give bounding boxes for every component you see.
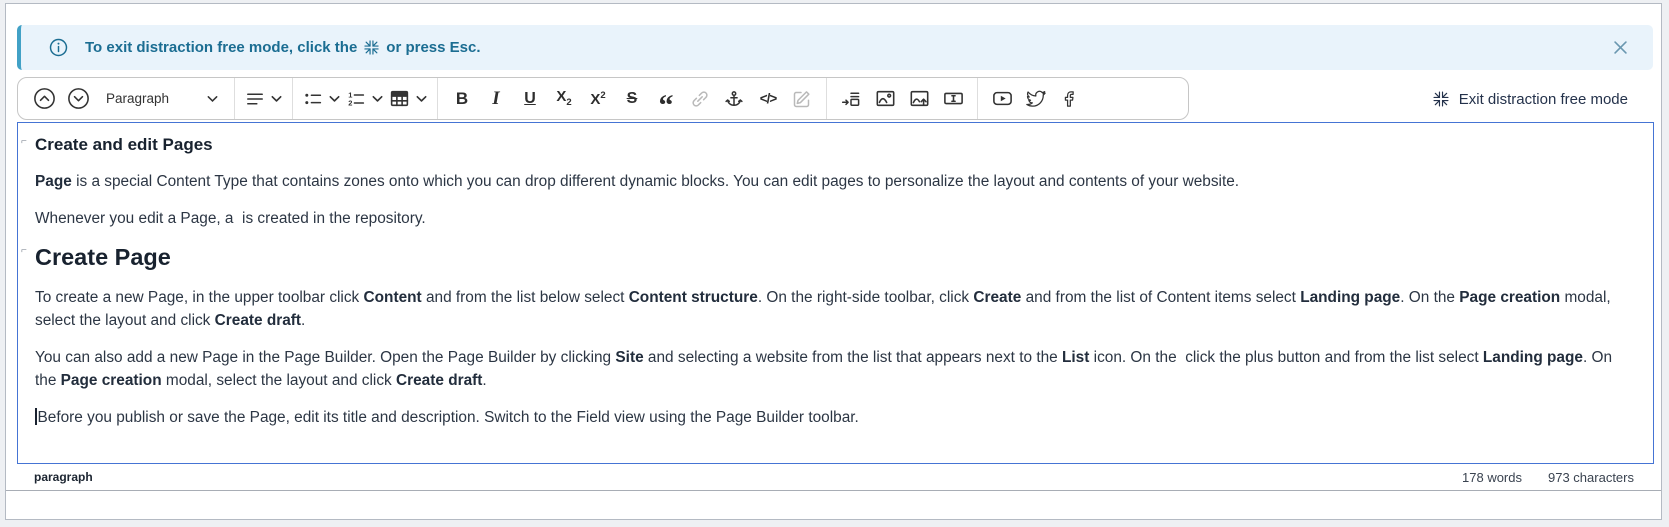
upload-image-button[interactable] (903, 83, 935, 115)
insert-table-button[interactable] (387, 83, 429, 115)
chevron-down-icon (372, 95, 383, 103)
character-count: 973 characters (1548, 470, 1634, 485)
heading-block-marker: ⌐ (21, 136, 27, 147)
subscript-icon: X2 (556, 89, 571, 108)
banner-message-before: To exit distraction free mode, click the (85, 39, 357, 56)
banner-message-after: or press Esc. (386, 39, 480, 56)
editor-heading[interactable]: ⌐Create and edit Pages (35, 135, 1636, 155)
editor-paragraph[interactable]: To create a new Page, in the upper toolb… (35, 286, 1636, 332)
move-up-button[interactable] (28, 83, 60, 115)
insert-content-block-button[interactable] (835, 83, 867, 115)
paragraph-style-dropdown[interactable]: Paragraph (97, 83, 225, 115)
bulleted-list-icon (303, 89, 323, 109)
toolbar-divider (292, 78, 293, 119)
table-icon (389, 88, 410, 109)
chevron-down-icon (416, 95, 427, 103)
close-icon (1614, 41, 1627, 54)
collapse-icon (363, 39, 380, 56)
heading-block-marker: ⌐ (21, 245, 27, 256)
block-quote-button[interactable]: “ (650, 83, 682, 115)
svg-text:2: 2 (348, 98, 352, 107)
text-alignment-button[interactable] (243, 83, 284, 115)
chevron-down-circle-icon (67, 87, 90, 110)
strikethrough-icon: S (627, 91, 638, 107)
toolbar-divider (977, 78, 978, 119)
image-icon (875, 88, 896, 109)
editor-toolbar: Paragraph 12 B I U X2 X2 (17, 77, 1189, 120)
bold-icon: B (456, 90, 468, 107)
image-upload-icon (909, 88, 930, 109)
exit-distraction-free-label: Exit distraction free mode (1459, 91, 1628, 108)
toolbar-divider (437, 78, 438, 119)
underline-button[interactable]: U (514, 83, 546, 115)
italic-button[interactable]: I (480, 83, 512, 115)
link-icon (690, 89, 710, 109)
text-caret (35, 408, 37, 425)
anchor-button[interactable] (718, 83, 750, 115)
chevron-down-icon (329, 95, 340, 103)
numbered-list-button[interactable]: 12 (344, 83, 385, 115)
insert-twitter-button[interactable] (1020, 83, 1052, 115)
bold-button[interactable]: B (446, 83, 478, 115)
text-field-icon (943, 88, 964, 109)
twitter-icon (1026, 89, 1046, 109)
info-circle-icon (48, 37, 69, 58)
info-banner: To exit distraction free mode, click the… (17, 25, 1653, 70)
editor-paragraph[interactable]: Before you publish or save the Page, edi… (35, 406, 1636, 429)
insert-youtube-button[interactable] (986, 83, 1018, 115)
editor-paragraph[interactable]: Page is a special Content Type that cont… (35, 170, 1636, 193)
code-icon: </> (760, 92, 777, 106)
word-count: 178 words (1462, 470, 1522, 485)
editor-paragraph[interactable]: You can also add a new Page in the Page … (35, 346, 1636, 392)
link-button[interactable] (684, 83, 716, 115)
editor-footer: paragraph 178 words 973 characters (6, 464, 1661, 491)
subscript-button[interactable]: X2 (548, 83, 580, 115)
insert-image-button[interactable] (869, 83, 901, 115)
facebook-icon (1060, 89, 1080, 109)
close-banner-button[interactable] (1608, 35, 1633, 60)
insert-facebook-button[interactable] (1054, 83, 1086, 115)
word-count-group: 178 words 973 characters (1462, 470, 1634, 485)
exit-distraction-free-button[interactable]: Exit distraction free mode (1426, 84, 1634, 114)
chevron-down-icon (271, 95, 282, 103)
superscript-button[interactable]: X2 (582, 83, 614, 115)
editor-heading[interactable]: ⌐Create Page (35, 244, 1636, 271)
toolbar-divider (826, 78, 827, 119)
edit-source-button[interactable] (786, 83, 818, 115)
edit-pencil-icon (792, 89, 812, 109)
italic-icon: I (492, 89, 499, 108)
anchor-icon (724, 89, 744, 109)
underline-icon: U (524, 91, 536, 107)
numbered-list-icon: 12 (346, 89, 366, 109)
align-left-icon (245, 89, 265, 109)
bulleted-list-button[interactable] (301, 83, 342, 115)
toolbar-divider (234, 78, 235, 119)
superscript-icon: X2 (590, 91, 605, 107)
code-button[interactable]: </> (752, 83, 784, 115)
insert-field-button[interactable] (937, 83, 969, 115)
distraction-free-editor-panel: To exit distraction free mode, click the… (5, 3, 1662, 520)
move-down-button[interactable] (62, 83, 94, 115)
editor-paragraph[interactable]: Whenever you edit a Page, a is created i… (35, 207, 1636, 230)
chevron-down-icon (207, 95, 218, 103)
strikethrough-button[interactable]: S (616, 83, 648, 115)
element-path-breadcrumb[interactable]: paragraph (34, 470, 93, 484)
chevron-up-circle-icon (33, 87, 56, 110)
editor-content[interactable]: ⌐Create and edit Pages Page is a special … (17, 122, 1654, 464)
collapse-icon (1432, 90, 1450, 108)
banner-message: To exit distraction free mode, click the… (85, 39, 481, 56)
paragraph-style-value: Paragraph (106, 91, 201, 106)
youtube-icon (992, 88, 1013, 109)
insert-content-block-icon (841, 89, 861, 109)
